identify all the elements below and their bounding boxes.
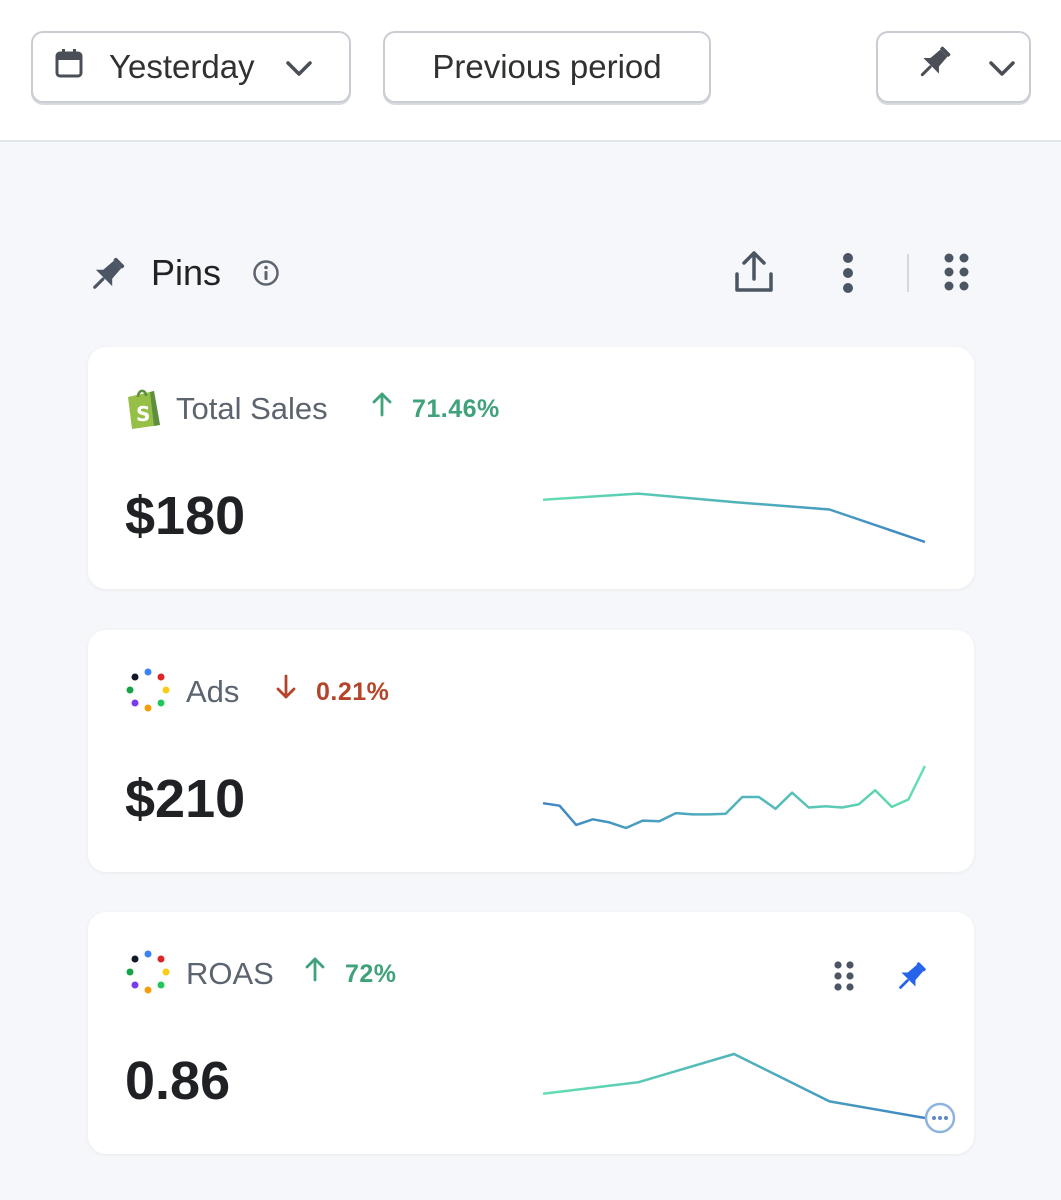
sparkline-chart (542, 1052, 926, 1120)
more-options-icon[interactable] (924, 1102, 956, 1139)
metric-card-roas[interactable]: ROAS 72% 0.86 (88, 912, 974, 1154)
multi-dot-logo-icon (125, 667, 171, 718)
sparkline-chart (542, 492, 926, 544)
arrow-down-icon (275, 674, 297, 705)
pins-section-header: Pins (0, 240, 1061, 304)
metric-card-ads[interactable]: Ads 0.21% $210 (88, 630, 974, 872)
sparkline-series (542, 1052, 926, 1120)
card-title: ROAS (186, 956, 274, 991)
drag-grid-icon[interactable] (833, 960, 855, 997)
kebab-icon[interactable] (838, 252, 858, 299)
shopify-icon: S (124, 387, 164, 434)
sparkline-chart (542, 765, 927, 830)
metric-value: $210 (125, 769, 246, 829)
card-title: Total Sales (176, 391, 328, 426)
change-percent: 72% (345, 960, 397, 988)
section-title: Pins (151, 252, 222, 293)
sparkline-series (542, 492, 926, 544)
top-toolbar: Yesterday Previous period (0, 0, 1061, 142)
chevron-down-icon (285, 48, 313, 86)
arrow-up-icon (304, 956, 326, 987)
compare-period-button[interactable]: Previous period (383, 31, 711, 103)
date-range-button[interactable]: Yesterday (31, 31, 351, 103)
pin-icon (86, 254, 128, 301)
info-icon[interactable] (252, 259, 280, 292)
svg-text:S: S (136, 402, 150, 426)
chevron-down-icon (988, 48, 1016, 86)
sparkline-series (542, 765, 927, 830)
pin-icon (914, 43, 954, 91)
change-percent: 0.21% (316, 678, 390, 706)
drag-grid-icon[interactable] (943, 252, 971, 297)
card-title: Ads (186, 674, 240, 709)
metric-value: $180 (125, 486, 246, 546)
share-icon[interactable] (733, 250, 775, 299)
arrow-up-icon (371, 391, 393, 422)
pin-menu-button[interactable] (876, 31, 1031, 103)
calendar-icon (55, 48, 83, 86)
toolbar-divider (907, 254, 909, 292)
pin-icon[interactable] (893, 959, 929, 1000)
compare-period-label: Previous period (432, 48, 662, 85)
multi-dot-logo-icon (125, 949, 171, 1000)
metric-value: 0.86 (125, 1051, 231, 1111)
metric-card-total-sales[interactable]: S Total Sales 71.46% $180 (88, 347, 974, 589)
change-percent: 71.46% (412, 395, 500, 423)
date-range-label: Yesterday (109, 48, 255, 85)
